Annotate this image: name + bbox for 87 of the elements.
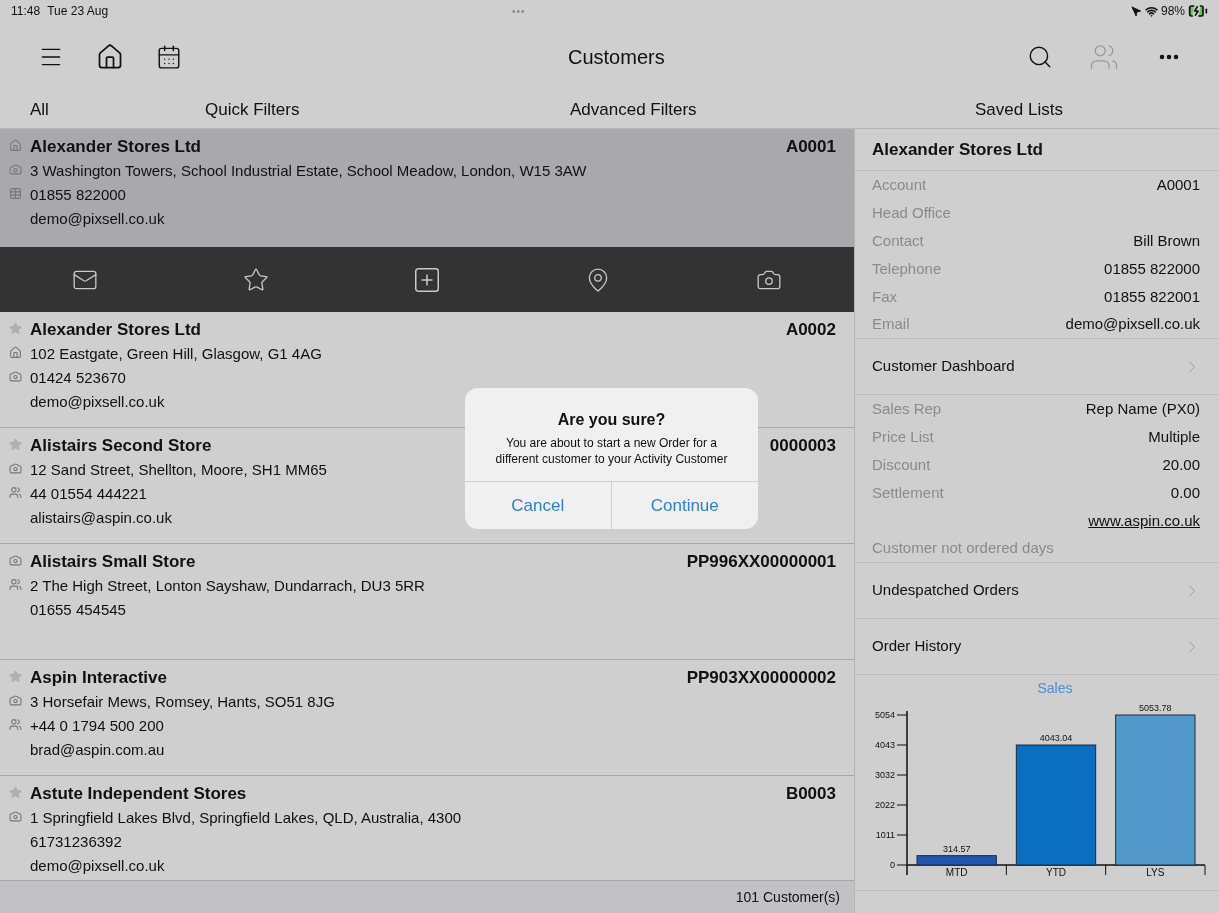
customer-detail: 3 Washington Towers, School Industrial Estate, School Meadow, London, W15 3AW bbox=[30, 161, 587, 181]
customer-code: B0003 bbox=[785, 783, 836, 805]
nav-row[interactable]: Order History bbox=[855, 619, 1219, 675]
x-tick-label: LYS bbox=[1146, 867, 1165, 878]
field-value: 20.00 bbox=[1162, 454, 1200, 475]
customer-detail: 12 Sand Street, Shellton, Moore, SH1 MM65 bbox=[30, 460, 327, 480]
customer-detail: 1 Springfield Lakes Blvd, Springfield Lakes, QLD, Australia, 4300 bbox=[30, 808, 462, 828]
nav-row[interactable]: Customer Dashboard bbox=[855, 339, 1219, 395]
x-tick-label: MTD bbox=[945, 867, 968, 878]
field-value: Multiple bbox=[1148, 426, 1200, 447]
customer-detail: 2 The High Street, Lonton Sayshaw, Dundarrach, DU3 5RR bbox=[30, 576, 425, 596]
nav-row[interactable]: Undespatched Orders bbox=[855, 563, 1219, 619]
customer-detail: +44 0 1794 500 200 bbox=[30, 716, 164, 736]
customer-name: Alistairs Second Store bbox=[30, 435, 212, 457]
status-date: Tue 23 Aug bbox=[47, 3, 109, 20]
website-link[interactable]: www.aspin.co.uk bbox=[1088, 509, 1200, 533]
customer-detail: 01424 523670 bbox=[30, 368, 126, 388]
customer-name: Astute Independent Stores bbox=[30, 783, 247, 805]
customer-code: A0001 bbox=[785, 136, 836, 158]
field-label: Price List bbox=[872, 426, 934, 447]
field-value: 0.00 bbox=[1170, 482, 1200, 503]
continue-button[interactable]: Continue bbox=[611, 482, 758, 529]
x-tick-label: YTD bbox=[1046, 867, 1066, 878]
customer-detail: 44 01554 444221 bbox=[30, 484, 147, 504]
wifi-icon bbox=[1144, 4, 1158, 18]
field-label: Telephone bbox=[872, 258, 942, 279]
customer-code: 0000003 bbox=[769, 435, 836, 457]
alert-message: You are about to start a new Order for a different customer to your Activity Customer bbox=[494, 435, 729, 467]
filter-tab[interactable]: All bbox=[30, 97, 49, 123]
customer-count: 101 Customer(s) bbox=[735, 887, 840, 907]
customer-name: Alexander Stores Ltd bbox=[30, 136, 201, 158]
customer-detail: 01655 454545 bbox=[30, 600, 126, 620]
star-icon[interactable] bbox=[243, 266, 270, 293]
y-tick-label: 2022 bbox=[874, 800, 895, 810]
page-title: Customers bbox=[568, 45, 665, 70]
customer-detail: 3 Horsefair Mews, Romsey, Hants, SO51 8JG bbox=[30, 692, 335, 712]
status-time: 11:48 bbox=[11, 3, 41, 20]
battery-percent: 98% bbox=[1160, 3, 1185, 20]
customer-code: PP996XX00000001 bbox=[686, 551, 836, 573]
bar-value-label: 4043.04 bbox=[1039, 733, 1073, 743]
y-tick-label: 0 bbox=[890, 860, 895, 870]
field-label: Email bbox=[872, 314, 910, 335]
customer-detail: 102 Eastgate, Green Hill, Glasgow, G1 4AG bbox=[30, 344, 322, 364]
customer-detail: brad@aspin.com.au bbox=[30, 740, 165, 760]
y-tick-label: 1011 bbox=[875, 830, 895, 840]
field-label: Head Office bbox=[872, 202, 951, 223]
field-label: Settlement bbox=[872, 482, 944, 503]
detail-title: Alexander Stores Ltd bbox=[855, 129, 1219, 171]
customer-detail: demo@pixsell.co.uk bbox=[30, 392, 165, 412]
customer-code: PP903XX00000002 bbox=[686, 667, 836, 689]
calendar-icon[interactable] bbox=[156, 44, 182, 70]
field-value: 01855 822001 bbox=[1104, 286, 1200, 307]
bar-value-label: 314.57 bbox=[942, 843, 971, 854]
location-icon bbox=[1130, 5, 1142, 17]
customer-detail: 61731236392 bbox=[30, 832, 122, 852]
field-label: Fax bbox=[872, 286, 897, 307]
home-icon[interactable] bbox=[96, 43, 124, 71]
field-label: Customer not ordered days bbox=[872, 538, 1054, 559]
customer-detail: alistairs@aspin.co.uk bbox=[30, 508, 172, 528]
y-tick-label: 4043 bbox=[874, 740, 895, 750]
alert-title: Are you sure? bbox=[557, 410, 666, 430]
customer-row[interactable]: Alexander Stores Ltd A0001 3 Washington Towers, School Industrial Estate, School Meadow, London, W15 3AW 01855 822000 demo@pixsell.co.uk bbox=[0, 129, 854, 247]
bar-value-label: 5053.78 bbox=[1139, 703, 1172, 713]
field-value: demo@pixsell.co.uk bbox=[1065, 314, 1200, 335]
customer-name: Alistairs Small Store bbox=[30, 551, 196, 573]
customer-detail: 01855 822000 bbox=[30, 185, 126, 205]
customer-name: Alexander Stores Ltd bbox=[30, 319, 201, 341]
field-label: Account bbox=[872, 174, 927, 195]
search-icon[interactable] bbox=[1027, 44, 1053, 70]
customer-detail: demo@pixsell.co.uk bbox=[30, 209, 165, 229]
field-value: Bill Brown bbox=[1133, 230, 1200, 251]
field-value: 01855 822000 bbox=[1104, 258, 1200, 279]
y-tick-label: 5054 bbox=[874, 710, 895, 720]
y-tick-label: 3032 bbox=[874, 770, 895, 780]
filter-tab[interactable]: Advanced Filters bbox=[570, 97, 697, 123]
field-label: Discount bbox=[872, 454, 931, 475]
field-value: Rep Name (PX0) bbox=[1085, 398, 1200, 419]
cancel-button[interactable]: Cancel bbox=[465, 482, 612, 529]
filter-tab[interactable]: Saved Lists bbox=[975, 97, 1063, 123]
chart-title: Sales bbox=[1037, 680, 1073, 696]
customer-detail: demo@pixsell.co.uk bbox=[30, 856, 165, 876]
filter-tab[interactable]: Quick Filters bbox=[205, 97, 300, 123]
field-label: Contact bbox=[872, 230, 924, 251]
customer-code: A0002 bbox=[785, 319, 836, 341]
field-label: Sales Rep bbox=[872, 398, 942, 419]
customer-name: Aspin Interactive bbox=[30, 667, 167, 689]
field-value: A0001 bbox=[1156, 174, 1200, 195]
